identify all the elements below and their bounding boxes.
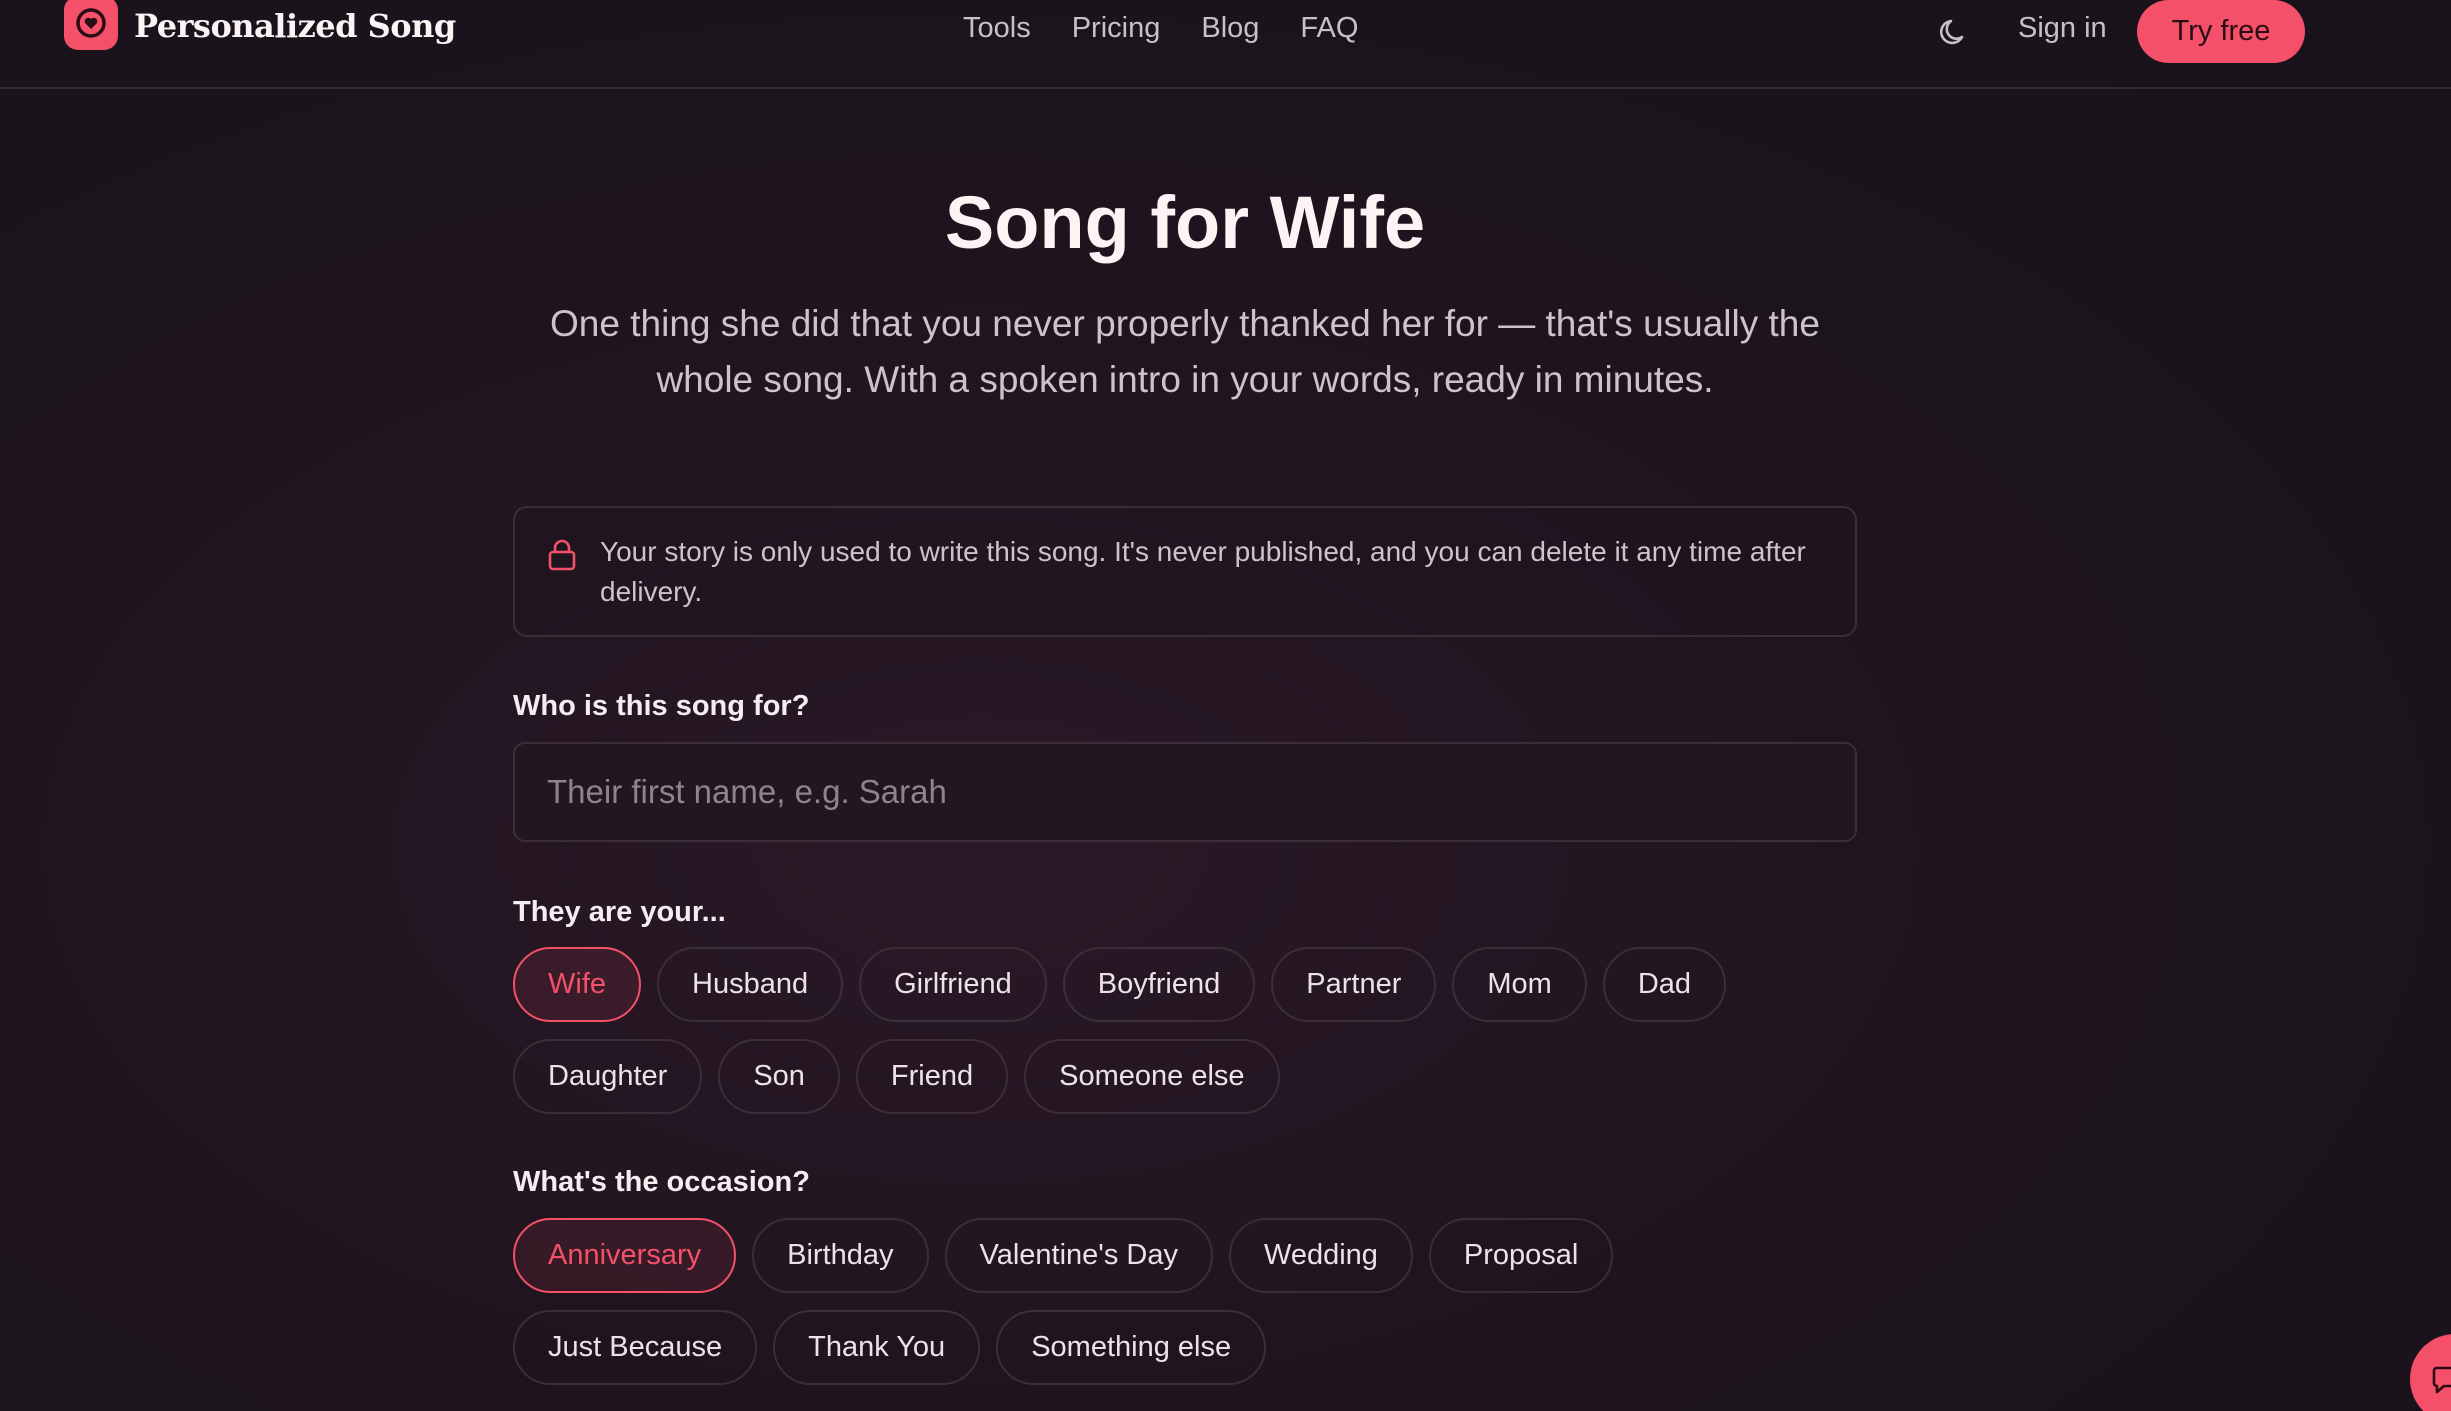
recipient-label: Who is this song for? [513, 690, 810, 722]
privacy-text: Your story is only used to write this so… [600, 536, 1806, 607]
nav-tools-link[interactable]: Tools [963, 12, 1031, 45]
occasion-options: Anniversary Birthday Valentine's Day Wed… [513, 1218, 1873, 1385]
nav-faq-link[interactable]: FAQ [1300, 12, 1358, 45]
lock-icon [547, 538, 577, 572]
relation-chip-daughter[interactable]: Daughter [513, 1039, 703, 1114]
chat-icon [2432, 1366, 2451, 1394]
main-nav: Tools Pricing Blog FAQ [963, 12, 1358, 45]
try-free-button[interactable]: Try free [2137, 0, 2305, 63]
occasion-chip-something-else[interactable]: Something else [996, 1310, 1267, 1385]
relation-chip-dad[interactable]: Dad [1602, 947, 1727, 1022]
occasion-chip-just-because[interactable]: Just Because [513, 1310, 758, 1385]
relation-chip-mom[interactable]: Mom [1452, 947, 1587, 1022]
relation-chip-girlfriend[interactable]: Girlfriend [859, 947, 1047, 1022]
chat-launcher-button[interactable] [2410, 1334, 2451, 1411]
privacy-notice: Your story is only used to write this so… [513, 506, 1857, 637]
relation-chip-son[interactable]: Son [718, 1039, 840, 1114]
brand-logo[interactable]: Personalized Song [64, 0, 456, 52]
relation-options: Wife Husband Girlfriend Boyfriend Partne… [513, 947, 1873, 1114]
relation-chip-wife[interactable]: Wife [513, 947, 641, 1022]
page-title: Song for Wife [944, 181, 1426, 264]
recipient-name-input[interactable] [513, 742, 1857, 842]
brand-name: Personalized Song [134, 7, 456, 45]
moon-icon[interactable] [1936, 14, 1972, 50]
occasion-chip-valentines-day[interactable]: Valentine's Day [944, 1218, 1213, 1293]
relation-chip-boyfriend[interactable]: Boyfriend [1062, 947, 1256, 1022]
site-header: Personalized Song Tools Pricing Blog FAQ… [0, 0, 2451, 89]
occasion-chip-thank-you[interactable]: Thank You [773, 1310, 981, 1385]
occasion-chip-proposal[interactable]: Proposal [1428, 1218, 1614, 1293]
nav-pricing-link[interactable]: Pricing [1072, 12, 1161, 45]
nav-blog-link[interactable]: Blog [1201, 12, 1259, 45]
relation-chip-husband[interactable]: Husband [657, 947, 844, 1022]
heart-icon [64, 0, 118, 50]
sign-in-link[interactable]: Sign in [2018, 12, 2107, 45]
occasion-chip-anniversary[interactable]: Anniversary [513, 1218, 737, 1293]
occasion-label: What's the occasion? [513, 1166, 810, 1198]
relation-chip-friend[interactable]: Friend [855, 1039, 1009, 1114]
page-subtitle: One thing she did that you never properl… [550, 303, 1820, 400]
occasion-chip-wedding[interactable]: Wedding [1228, 1218, 1413, 1293]
relation-label: They are your... [513, 896, 726, 928]
occasion-chip-birthday[interactable]: Birthday [752, 1218, 929, 1293]
relation-chip-someone-else[interactable]: Someone else [1024, 1039, 1280, 1114]
relation-chip-partner[interactable]: Partner [1271, 947, 1437, 1022]
